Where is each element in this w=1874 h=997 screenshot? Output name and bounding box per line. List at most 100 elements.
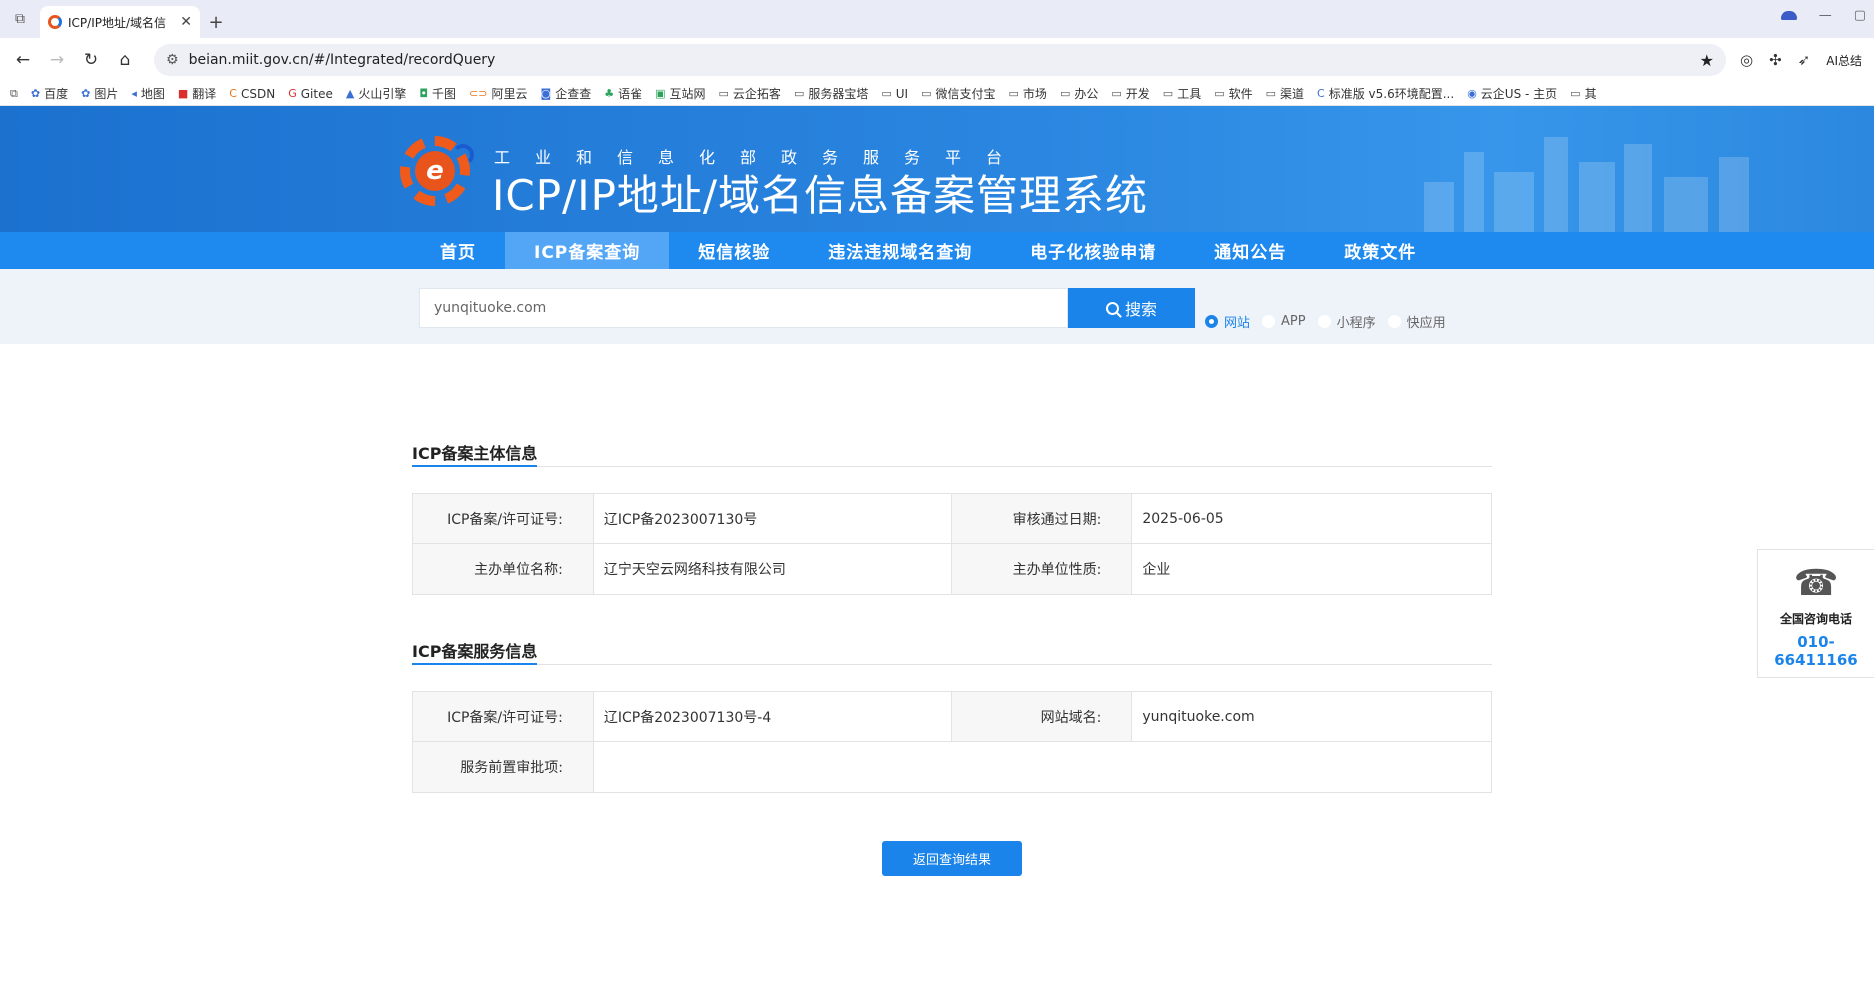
folder-icon: ▭ [881, 87, 892, 100]
bookmark-folder[interactable]: ▭ 开发 [1111, 85, 1149, 102]
approval-date-label: 审核通过日期: [951, 494, 1133, 543]
table-row: ICP备案/许可证号: 辽ICP备2023007130号-4 网站域名: yun… [413, 692, 1491, 742]
radio-quickapp[interactable]: 快应用 [1387, 312, 1446, 331]
tab-actions-icon[interactable]: ⧉ [0, 0, 40, 38]
bookmark-item[interactable]: ✿ 图片 [81, 85, 118, 102]
back-to-results-button[interactable]: 返回查询结果 [882, 841, 1022, 876]
nav-notices[interactable]: 通知公告 [1185, 232, 1315, 269]
site-favicon-icon [48, 15, 62, 29]
bookmark-item[interactable]: ◂ 地图 [131, 85, 165, 102]
gitee-icon: G [288, 87, 297, 100]
map-pin-icon: ◂ [131, 87, 137, 100]
csdn-icon: C [229, 87, 237, 100]
subject-table: ICP备案/许可证号: 辽ICP备2023007130号 审核通过日期: 202… [412, 493, 1492, 595]
bookmark-item[interactable]: C CSDN [229, 87, 275, 101]
share-icon[interactable]: ➶ [1798, 51, 1811, 69]
bookmark-item[interactable]: ◉ 云企US - 主页 [1467, 85, 1557, 102]
pre-approval-label: 服务前置审批项: [413, 742, 594, 792]
bookmark-item[interactable]: ◙ 企查查 [541, 85, 592, 102]
back-icon[interactable]: ← [8, 45, 38, 75]
volcano-icon: ▲ [345, 87, 355, 100]
translate-icon: ■ [177, 87, 189, 100]
bookmark-item[interactable]: ▲ 火山引擎 [346, 85, 406, 102]
bookmark-folder[interactable]: ▭ 渠道 [1266, 85, 1304, 102]
extensions-icon[interactable]: ✣ [1769, 51, 1782, 69]
bookmark-item[interactable]: ◘ 千图 [419, 85, 456, 102]
site-info-icon[interactable]: ⚙ [166, 52, 179, 68]
bookmark-folder[interactable]: ▭ 云企拓客 [719, 85, 781, 102]
window-controls: — ▢ [1780, 8, 1866, 23]
nav-home[interactable]: 首页 [411, 232, 505, 269]
bookmarks-app-icon[interactable]: ⧉ [10, 87, 18, 101]
folder-icon: ▭ [1162, 87, 1174, 100]
nav-icp-query[interactable]: ICP备案查询 [505, 232, 670, 269]
skyline-decoration [1424, 132, 1754, 232]
service-table: ICP备案/许可证号: 辽ICP备2023007130号-4 网站域名: yun… [412, 691, 1492, 793]
bookmark-item[interactable]: ■ 翻译 [178, 85, 216, 102]
bookmark-folder[interactable]: ▭ 服务器宝塔 [794, 85, 868, 102]
bookmark-item[interactable]: C 标准版 v5.6环境配置... [1317, 85, 1454, 102]
nav-sms-verify[interactable]: 短信核验 [669, 232, 799, 269]
org-name-label: 主办单位名称: [413, 544, 594, 594]
consult-phone: 010-66411166 [1774, 633, 1858, 669]
search-input[interactable]: yunqituoke.com [419, 288, 1068, 328]
bookmark-item[interactable]: G Gitee [288, 87, 333, 101]
ai-summary-button[interactable]: AI总结 [1826, 52, 1862, 69]
domain-value: yunqituoke.com [1142, 708, 1255, 725]
paw-icon: ✿ [81, 87, 91, 100]
approval-date-value: 2025-06-05 [1142, 510, 1224, 527]
search-button[interactable]: 搜索 [1068, 288, 1195, 328]
subject-section: ICP备案主体信息 ICP备案/许可证号: 辽ICP备2023007130号 审… [412, 433, 1492, 595]
miit-logo: e [400, 136, 474, 206]
address-bar[interactable]: ⚙ beian.miit.gov.cn/#/Integrated/recordQ… [154, 44, 1726, 76]
bookmark-folder[interactable]: ▭ 微信支付宝 [921, 85, 995, 102]
pre-approval-value [594, 742, 1491, 792]
section-title: ICP备案主体信息 [412, 433, 1492, 467]
org-nature-value: 企业 [1142, 562, 1171, 578]
reload-icon[interactable]: ↻ [76, 45, 106, 75]
bookmark-star-icon[interactable]: ★ [1700, 51, 1714, 70]
radio-website[interactable]: 网站 [1205, 312, 1250, 331]
bookmark-item[interactable]: ▣ 互站网 [655, 85, 705, 102]
folder-icon: ▭ [1008, 87, 1019, 100]
folder-icon: ▭ [718, 87, 729, 100]
radio-app[interactable]: APP [1262, 314, 1306, 329]
bookmark-folder[interactable]: ▭ 软件 [1214, 85, 1252, 102]
license-value: 辽ICP备2023007130号 [594, 494, 952, 543]
broadcast-icon[interactable]: ◎ [1740, 51, 1753, 69]
nav-illegal-domain[interactable]: 违法违规域名查询 [799, 232, 1001, 269]
forward-icon[interactable]: → [42, 45, 72, 75]
bookmark-folder[interactable]: ▭ 办公 [1060, 85, 1098, 102]
minimize-button[interactable]: — [1819, 8, 1832, 23]
folder-icon: ▭ [1265, 87, 1277, 100]
nav-policy[interactable]: 政策文件 [1315, 232, 1445, 269]
url-text[interactable]: beian.miit.gov.cn/#/Integrated/recordQue… [189, 52, 1690, 68]
browser-tab[interactable]: ICP/IP地址/域名信 ✕ [40, 6, 200, 38]
huzhan-icon: ▣ [655, 87, 666, 100]
new-tab-button[interactable]: + [200, 6, 232, 38]
consult-widget[interactable]: ☎ 全国咨询电话 010-66411166 [1757, 549, 1874, 678]
qiantu-icon: ◘ [419, 87, 429, 100]
folder-icon: ▭ [793, 87, 805, 100]
table-row: 服务前置审批项: [413, 742, 1491, 792]
telephone-icon: ☎ [1793, 563, 1839, 604]
tab-title: ICP/IP地址/域名信 [68, 15, 167, 30]
home-icon[interactable]: ⌂ [110, 45, 140, 75]
nav-e-verify[interactable]: 电子化核验申请 [1001, 232, 1185, 269]
bookmark-item[interactable]: ♣ 语雀 [604, 85, 642, 102]
bookmark-folder[interactable]: ▭ 工具 [1163, 85, 1201, 102]
service-license-value: 辽ICP备2023007130号-4 [594, 692, 952, 741]
restore-button[interactable]: ▢ [1854, 8, 1866, 23]
radio-miniprogram[interactable]: 小程序 [1317, 312, 1376, 331]
bookmark-folder[interactable]: ▭ UI [881, 87, 908, 101]
search-icon [1105, 301, 1119, 315]
bookmark-folder[interactable]: ▭ 市场 [1009, 85, 1047, 102]
bookmarks-bar: ⧉ ✿ 百度 ✿ 图片 ◂ 地图 ■ 翻译 C CSDN G Gitee ▲ 火山引擎 ◘ 千图… [0, 82, 1874, 106]
bookmark-item[interactable]: ⊂⊃ 阿里云 [469, 85, 527, 102]
paw-icon: ✿ [30, 87, 41, 100]
bookmark-folder[interactable]: ▭ 其 [1570, 85, 1596, 102]
folder-icon: ▭ [921, 87, 932, 100]
close-tab-icon[interactable]: ✕ [180, 14, 192, 30]
cloud-icon[interactable] [1780, 11, 1797, 20]
bookmark-item[interactable]: ✿ 百度 [31, 85, 68, 102]
